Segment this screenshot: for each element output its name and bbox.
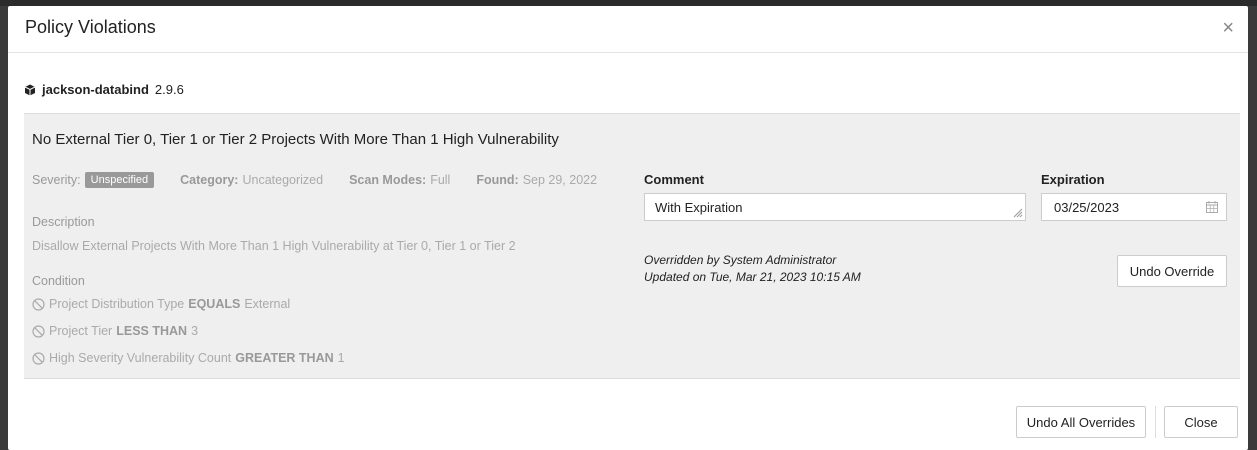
severity-badge: Unspecified: [84, 172, 155, 188]
found-value: Sep 29, 2022: [522, 173, 598, 187]
scan-modes-label: Scan Modes:: [349, 173, 427, 187]
component-name: jackson-databind: [42, 82, 149, 97]
condition-operator: LESS THAN: [116, 324, 188, 338]
component-version: 2.9.6: [154, 82, 184, 97]
violation-meta: Severity: Unspecified Category: Uncatego…: [32, 172, 623, 188]
condition-value: External: [244, 297, 291, 311]
category-value: Uncategorized: [242, 173, 324, 187]
close-icon[interactable]: ×: [1222, 18, 1234, 38]
description-text: Disallow External Projects With More Tha…: [32, 239, 516, 253]
ban-icon: [32, 351, 45, 365]
comment-textarea[interactable]: With Expiration: [644, 193, 1026, 221]
violation-title: No External Tier 0, Tier 1 or Tier 2 Pro…: [32, 131, 559, 148]
calendar-icon[interactable]: [1206, 201, 1218, 213]
resize-grip-icon[interactable]: [1013, 208, 1023, 218]
comment-value: With Expiration: [655, 200, 743, 215]
condition-value: 3: [191, 324, 199, 338]
description-label: Description: [32, 215, 95, 229]
modal-title: Policy Violations: [25, 17, 156, 37]
modal-header: Policy Violations ×: [8, 6, 1248, 53]
updated-on-text: Updated on Tue, Mar 21, 2023 10:15 AM: [644, 270, 861, 284]
condition-subject: High Severity Vulnerability Count: [49, 351, 232, 365]
found-label: Found:: [476, 173, 519, 187]
overridden-by-text: Overridden by System Administrator: [644, 253, 837, 267]
ban-icon: [32, 324, 45, 338]
condition-label: Condition: [32, 274, 85, 288]
footer-divider: [1155, 406, 1156, 438]
policy-violations-modal: Policy Violations × jackson-databind 2.9…: [8, 6, 1248, 450]
condition-subject: Project Distribution Type: [49, 297, 185, 311]
condition-value: 1: [337, 351, 345, 365]
severity-label: Severity:: [32, 173, 81, 187]
scan-modes-value: Full: [430, 173, 451, 187]
comment-label: Comment: [644, 172, 704, 187]
condition-subject: Project Tier: [49, 324, 113, 338]
override-info: Overridden by System Administrator Updat…: [644, 252, 861, 286]
category-label: Category:: [180, 173, 239, 187]
condition-item: Project Distribution Type EQUALS Externa…: [32, 297, 290, 311]
condition-item: Project Tier LESS THAN 3: [32, 324, 198, 338]
ban-icon: [32, 297, 45, 311]
expiration-date-input[interactable]: 03/25/2023: [1041, 193, 1227, 221]
expiration-label: Expiration: [1041, 172, 1105, 187]
condition-item: High Severity Vulnerability Count GREATE…: [32, 351, 345, 365]
close-button[interactable]: Close: [1164, 406, 1238, 438]
violation-panel: No External Tier 0, Tier 1 or Tier 2 Pro…: [24, 113, 1240, 379]
condition-operator: EQUALS: [188, 297, 241, 311]
undo-all-overrides-button[interactable]: Undo All Overrides: [1016, 406, 1146, 438]
undo-override-button[interactable]: Undo Override: [1117, 255, 1227, 287]
component-heading: jackson-databind 2.9.6: [24, 82, 184, 97]
package-icon: [24, 84, 36, 95]
expiration-value: 03/25/2023: [1054, 200, 1120, 215]
condition-operator: GREATER THAN: [235, 351, 334, 365]
